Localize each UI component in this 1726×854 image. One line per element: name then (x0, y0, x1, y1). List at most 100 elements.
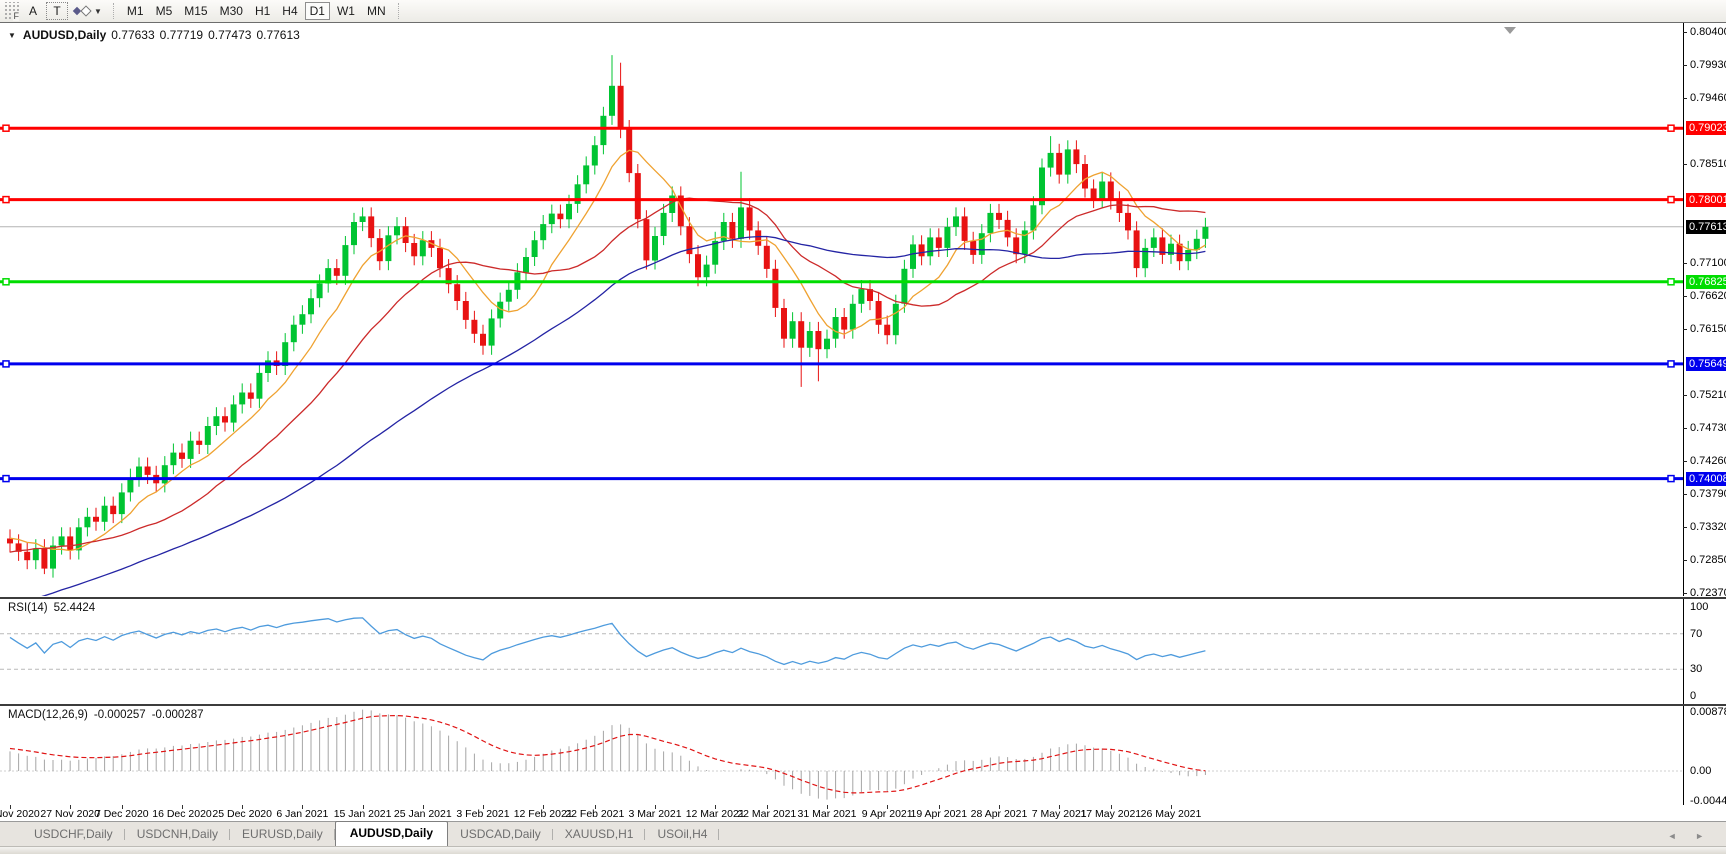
dropdown-triangle-icon[interactable]: ▼ (8, 31, 16, 40)
date-axis-label: 9 Apr 2021 (862, 808, 913, 820)
current-price-label: 0.77613 (1686, 220, 1726, 234)
horizontal-line[interactable] (0, 361, 1683, 367)
rsi-axis-label: 30 (1690, 663, 1702, 675)
timeframe-buttons: M1M5M15M30H1H4D1W1MN (121, 2, 392, 20)
price-axis-label: 0.79460 (1690, 92, 1726, 104)
date-axis-label: 12 Feb 2021 (514, 808, 573, 820)
macd-histogram (10, 710, 1205, 800)
price-tick (1683, 461, 1687, 462)
toolbar-separator (113, 3, 115, 19)
price-tick (1683, 527, 1687, 528)
font-tool-button[interactable]: A (22, 2, 44, 20)
date-axis-label: 17 May 2021 (1080, 808, 1141, 820)
tab-audusd-daily[interactable]: AUDUSD,Daily (335, 821, 448, 846)
timeframe-button-h4[interactable]: H4 (277, 2, 302, 20)
date-axis-label: 25 Jan 2021 (394, 808, 452, 820)
price-tick (1683, 32, 1687, 33)
date-axis-label: 25 Dec 2020 (212, 808, 272, 820)
date-axis-label: 19 Apr 2021 (910, 808, 967, 820)
price-axis-label: 0.73790 (1690, 488, 1726, 500)
tab-usdchf-daily[interactable]: USDCHF,Daily (22, 823, 125, 846)
date-axis-label: 7 May 2021 (1032, 808, 1087, 820)
date-axis-label: 28 Apr 2021 (971, 808, 1028, 820)
tab-usdcnh-daily[interactable]: USDCNH,Daily (125, 823, 230, 846)
price-tick (1683, 65, 1687, 66)
timeframe-button-m30[interactable]: M30 (215, 2, 248, 20)
macd-indicator-panel[interactable]: MACD(12,26,9)-0.000257-0.000287 0.008782… (0, 704, 1726, 807)
date-axis-label: 7 Dec 2020 (95, 808, 149, 820)
timeframe-button-mn[interactable]: MN (362, 2, 391, 20)
price-tick (1683, 98, 1687, 99)
hline-price-label: 0.76825 (1686, 275, 1726, 289)
price-tick (1683, 329, 1687, 330)
price-tick (1683, 494, 1687, 495)
ohlc-close: 0.77613 (256, 28, 299, 42)
chart-shift-marker-icon (1504, 27, 1516, 34)
timeframe-button-m5[interactable]: M5 (151, 2, 178, 20)
date-axis-label: 22 Mar 2021 (737, 808, 796, 820)
date-axis-label: 16 Dec 2020 (152, 808, 212, 820)
date-axis-label: 18 Nov 2020 (0, 808, 40, 820)
toolbar-grip-icon[interactable]: F (3, 2, 19, 20)
price-axis-label: 0.80400 (1690, 26, 1726, 38)
price-axis-label: 0.73320 (1690, 521, 1726, 533)
price-tick (1683, 296, 1687, 297)
timeframe-button-m1[interactable]: M1 (122, 2, 149, 20)
price-axis-label: 0.74730 (1690, 422, 1726, 434)
price-tick (1683, 164, 1687, 165)
price-tick (1683, 560, 1687, 561)
price-tick (1683, 263, 1687, 264)
horizontal-line[interactable] (0, 125, 1683, 131)
price-axis-label: 0.78510 (1690, 158, 1726, 170)
hline-price-label: 0.78001 (1686, 193, 1726, 207)
candles-series (7, 55, 1208, 578)
timeframe-button-m15[interactable]: M15 (179, 2, 212, 20)
date-axis-label: 31 Mar 2021 (798, 808, 857, 820)
date-axis-label: 3 Mar 2021 (628, 808, 681, 820)
diamond-outline-icon (80, 5, 91, 16)
date-axis-label: 3 Feb 2021 (456, 808, 509, 820)
price-chart-panel[interactable]: ▼ AUDUSD,Daily 0.77633 0.77719 0.77473 0… (0, 22, 1726, 596)
rsi-label: RSI(14)52.4424 (8, 602, 95, 614)
macd-axis-label: 0.008782 (1690, 706, 1726, 718)
price-tick (1683, 395, 1687, 396)
timeframe-button-d1[interactable]: D1 (305, 2, 330, 20)
date-axis[interactable]: 18 Nov 202027 Nov 20207 Dec 202016 Dec 2… (0, 805, 1726, 821)
moving-average-50 (10, 237, 1205, 597)
rsi-line (10, 618, 1205, 665)
horizontal-line[interactable] (0, 279, 1683, 285)
text-tool-button[interactable]: T (46, 2, 68, 20)
rsi-axis-label: 0 (1690, 690, 1696, 702)
toolbar-separator (398, 3, 400, 19)
chart-symbol: AUDUSD,Daily (23, 28, 106, 42)
horizontal-line[interactable] (0, 197, 1683, 203)
moving-average-8 (10, 150, 1205, 550)
shapes-tool-button[interactable]: ▼ (69, 2, 107, 20)
ohlc-high: 0.77719 (160, 28, 203, 42)
tab-eurusd-daily[interactable]: EURUSD,Daily (230, 823, 335, 846)
drawing-tools: AT (21, 2, 69, 20)
price-axis-label: 0.72850 (1690, 554, 1726, 566)
chart-title: ▼ AUDUSD,Daily 0.77633 0.77719 0.77473 0… (8, 28, 300, 42)
date-axis-label: 15 Jan 2021 (334, 808, 392, 820)
rsi-indicator-panel[interactable]: RSI(14)52.4424 10070300 (0, 597, 1726, 704)
date-axis-label: 26 May 2021 (1141, 808, 1202, 820)
tab-xauusd-h1[interactable]: XAUUSD,H1 (553, 823, 646, 846)
date-axis-label: 6 Jan 2021 (276, 808, 328, 820)
price-axis-label: 0.76620 (1690, 290, 1726, 302)
horizontal-line[interactable] (0, 476, 1683, 482)
price-axis-label: 0.74260 (1690, 455, 1726, 467)
tab-usoil-h4[interactable]: USOil,H4 (645, 823, 719, 846)
tab-usdcad-daily[interactable]: USDCAD,Daily (448, 823, 553, 846)
price-tick (1683, 593, 1687, 594)
chevron-down-icon: ▼ (94, 7, 102, 16)
timeframe-button-h1[interactable]: H1 (250, 2, 275, 20)
metatrader-window: F AT ▼ M1M5M15M30H1H4D1W1MN ▼ AUDUSD,Dai… (0, 0, 1726, 854)
price-axis-label: 0.76150 (1690, 323, 1726, 335)
timeframe-button-w1[interactable]: W1 (332, 2, 360, 20)
rsi-axis-label: 100 (1690, 601, 1708, 613)
hline-price-label: 0.79023 (1686, 121, 1726, 135)
price-axis-label: 0.77100 (1690, 257, 1726, 269)
macd-signal-line (10, 716, 1205, 793)
tab-scroll-arrows[interactable]: ◄ ► (1668, 831, 1712, 841)
